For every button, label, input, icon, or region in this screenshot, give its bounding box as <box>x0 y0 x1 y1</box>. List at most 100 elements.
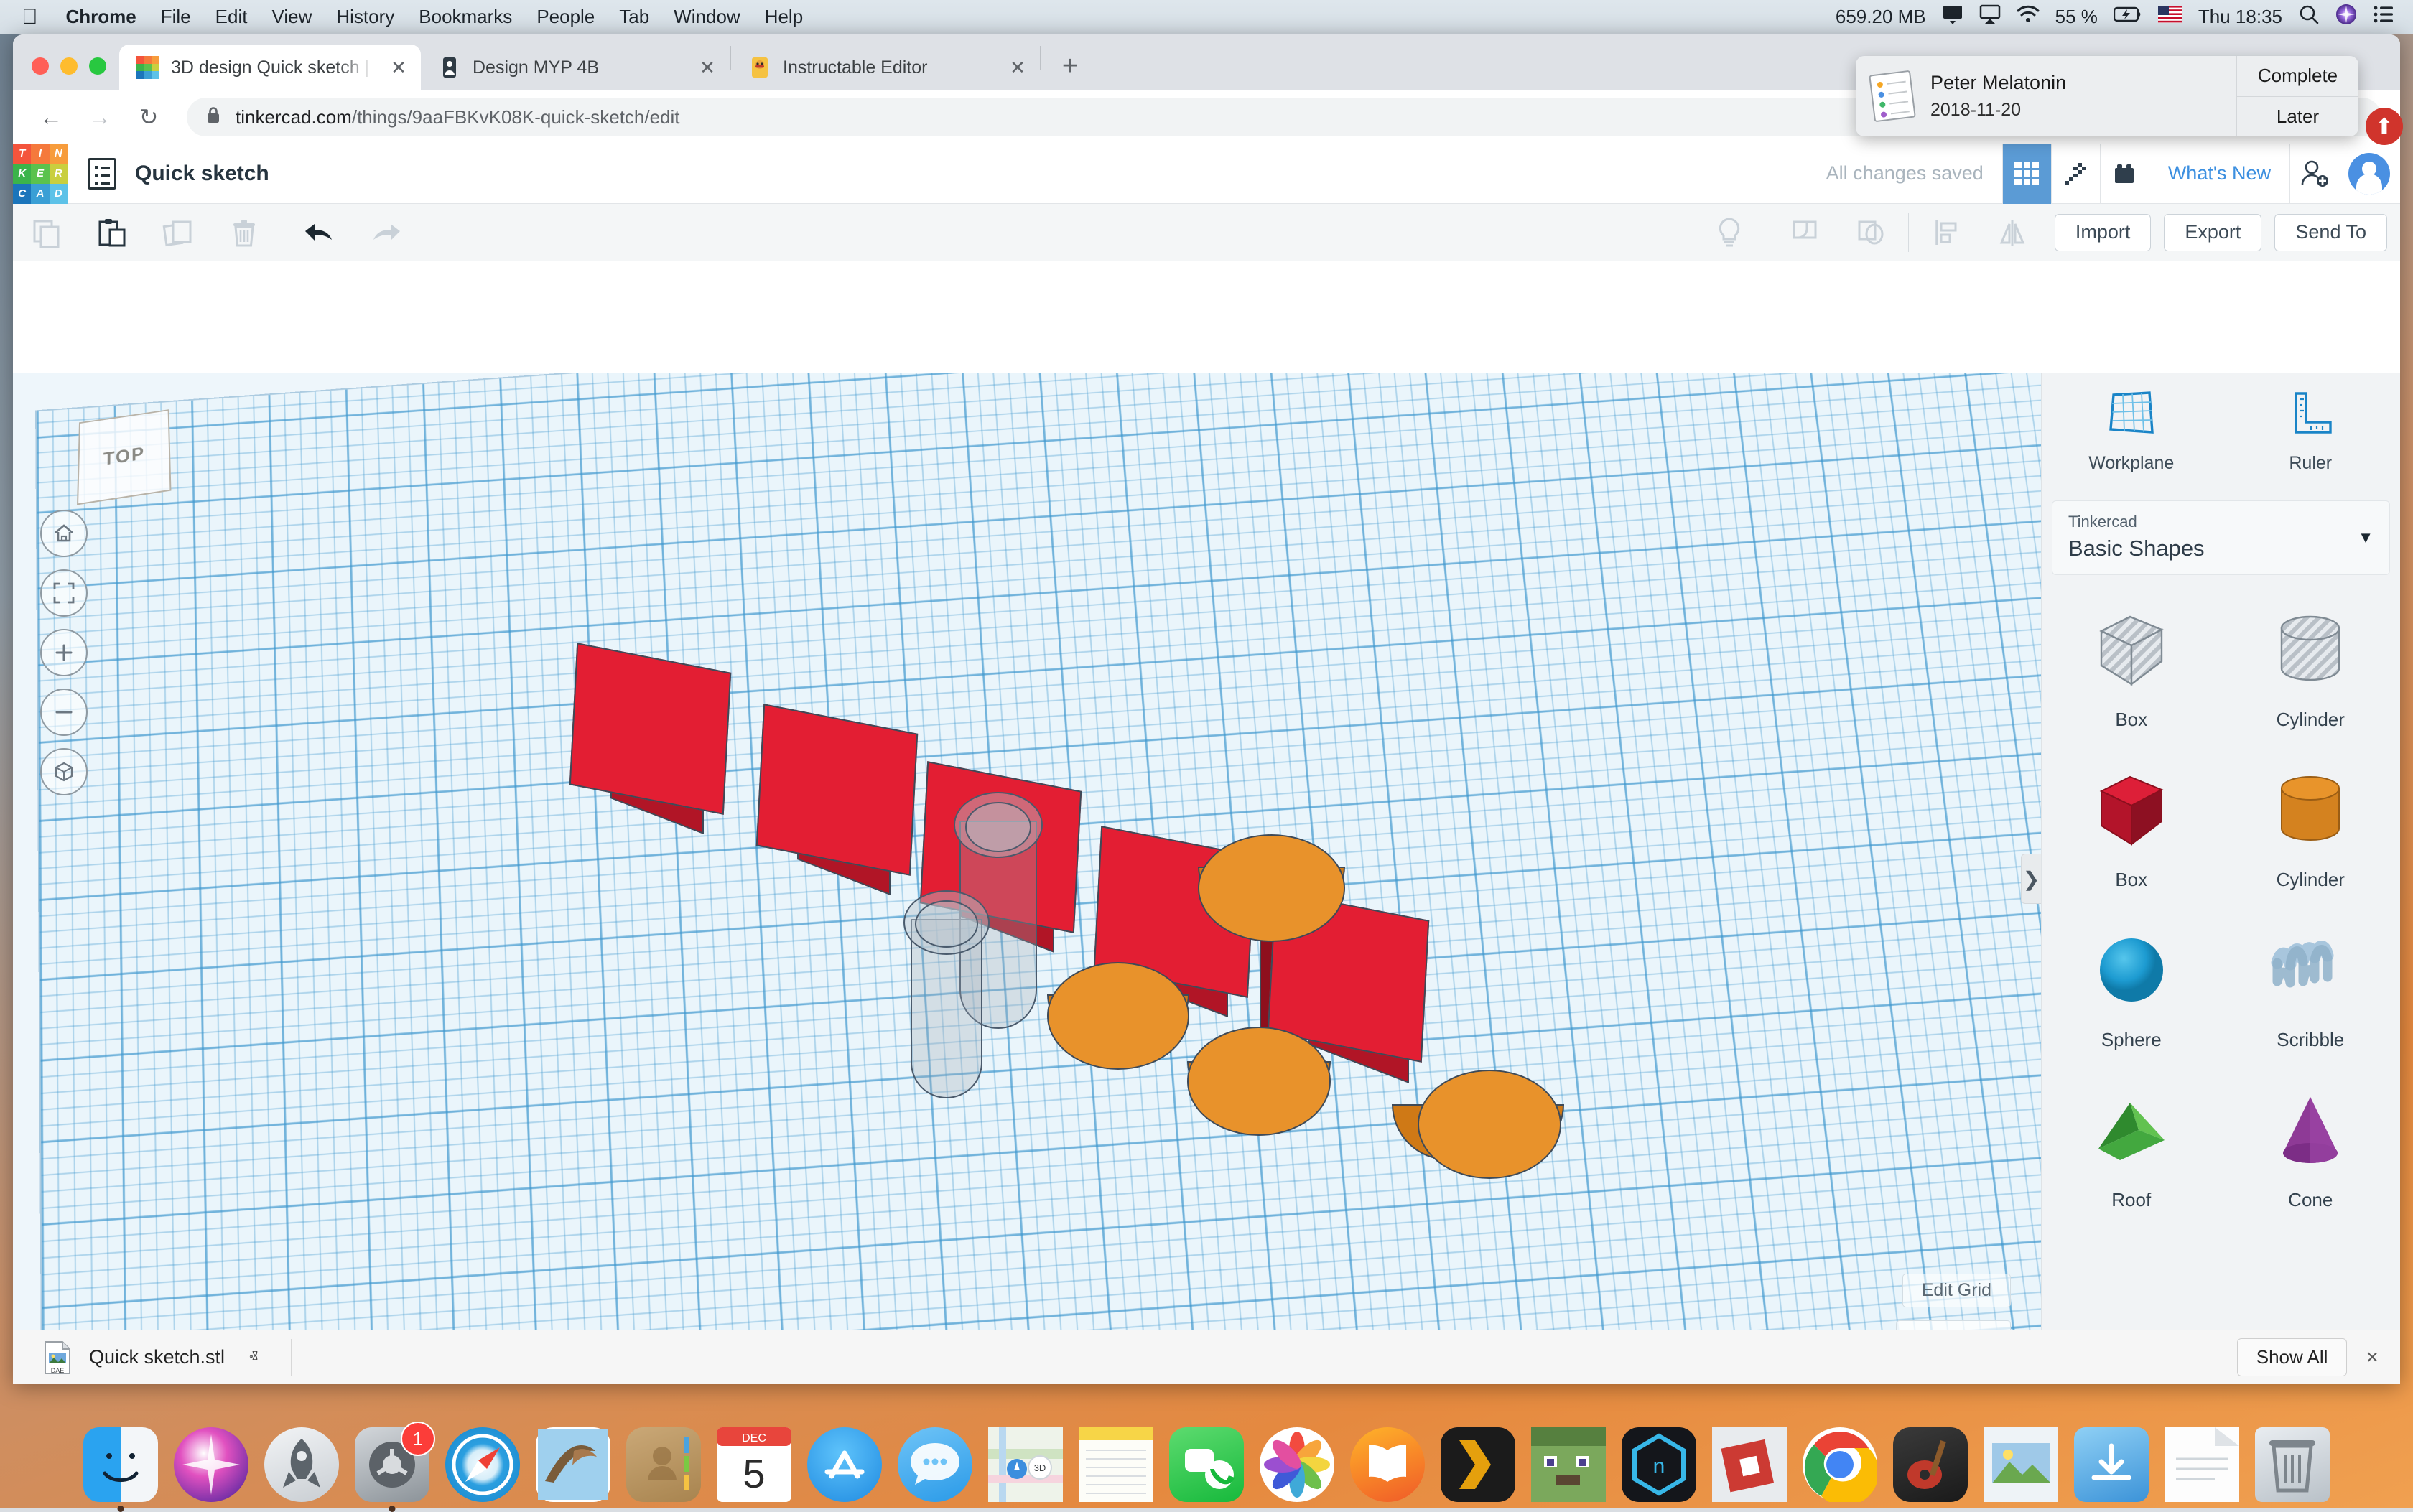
shape-item-cylinder[interactable]: Cylinder <box>2221 744 2401 904</box>
maps-icon[interactable]: 3D <box>988 1427 1063 1502</box>
preview-icon[interactable] <box>1984 1427 2058 1502</box>
close-tab-2-button[interactable]: ✕ <box>695 55 720 80</box>
shape-item-scribble[interactable]: Scribble <box>2221 904 2401 1064</box>
menu-item-view[interactable]: View <box>259 6 324 28</box>
zoom-in-icon[interactable] <box>40 629 88 676</box>
browser-tab-1[interactable]: 3D design Quick sketch | Tinke ✕ <box>119 45 421 90</box>
shape-item-roof[interactable]: Roof <box>2042 1064 2221 1224</box>
menu-item-chrome[interactable]: Chrome <box>54 6 149 28</box>
menu-item-tab[interactable]: Tab <box>607 6 661 28</box>
launchpad-icon[interactable] <box>264 1427 339 1502</box>
zoom-out-icon[interactable] <box>40 689 88 736</box>
3d-workspace-canvas[interactable]: TOP <box>13 373 2041 1384</box>
battery-icon[interactable] <box>2114 6 2142 28</box>
menu-item-history[interactable]: History <box>324 6 406 28</box>
reload-button[interactable]: ↻ <box>129 98 168 136</box>
nox-icon[interactable]: n <box>1622 1427 1696 1502</box>
search-icon[interactable] <box>2298 4 2320 30</box>
shape-library-select[interactable]: Tinkercad Basic Shapes ▼ <box>2052 500 2390 575</box>
back-button[interactable]: ← <box>32 98 70 136</box>
facetime-icon[interactable] <box>1169 1427 1244 1502</box>
show-all-downloads-button[interactable]: Show All <box>2237 1338 2348 1376</box>
lightbulb-icon[interactable] <box>1696 204 1762 261</box>
shape-item-cone[interactable]: Cone <box>2221 1064 2401 1224</box>
ibooks-icon[interactable] <box>1350 1427 1425 1502</box>
minecraft-icon[interactable] <box>1531 1427 1606 1502</box>
plex-icon[interactable] <box>1441 1427 1515 1502</box>
downloads-folder-icon[interactable] <box>2074 1427 2149 1502</box>
view-cube[interactable]: TOP <box>77 409 171 505</box>
reminder-notification[interactable]: Peter Melatonin 2018-11-20 Complete Late… <box>1856 56 2358 136</box>
system-preferences-icon[interactable]: 1 <box>355 1427 429 1502</box>
flag-icon[interactable] <box>2158 6 2182 28</box>
panel-collapse-handle[interactable]: ❯ <box>2021 854 2041 904</box>
menu-item-help[interactable]: Help <box>753 6 815 28</box>
close-tab-1-button[interactable]: ✕ <box>386 55 411 80</box>
safari-icon[interactable] <box>445 1427 520 1502</box>
close-window-button[interactable] <box>32 57 49 75</box>
download-item[interactable]: DAE Quick sketch.stl ⱏ <box>29 1340 272 1375</box>
display-icon[interactable] <box>1942 4 1963 29</box>
send-to-button[interactable]: Send To <box>2274 214 2387 251</box>
airplay-icon[interactable] <box>1979 4 2001 29</box>
calendar-icon[interactable]: DEC5 <box>717 1427 791 1502</box>
chevron-up-icon[interactable]: ⱏ <box>249 1348 258 1368</box>
notes-icon[interactable] <box>1079 1427 1153 1502</box>
mirror-icon[interactable] <box>1979 204 2045 261</box>
scroll-up-indicator[interactable]: ⬆ <box>2366 108 2403 145</box>
edit-grid-button[interactable]: Edit Grid <box>1902 1274 2011 1307</box>
grid-view-icon[interactable] <box>2002 144 2051 204</box>
minecraft-pickaxe-icon[interactable] <box>2051 144 2100 204</box>
new-tab-button[interactable]: + <box>1051 47 1089 85</box>
close-tab-3-button[interactable]: ✕ <box>1005 55 1030 80</box>
finder-icon[interactable] <box>83 1427 158 1502</box>
app-store-icon[interactable] <box>807 1427 882 1502</box>
menu-item-people[interactable]: People <box>524 6 607 28</box>
shape-item-box-hole[interactable]: Box <box>2042 584 2221 744</box>
ungroup-icon[interactable] <box>1838 204 1904 261</box>
complete-button[interactable]: Complete <box>2237 56 2358 97</box>
ruler-button[interactable]: Ruler <box>2221 373 2401 487</box>
menu-item-file[interactable]: File <box>149 6 203 28</box>
menu-item-window[interactable]: Window <box>661 6 752 28</box>
menubar-clock[interactable]: Thu 18:35 <box>2198 6 2282 28</box>
maximize-window-button[interactable] <box>89 57 106 75</box>
photos-icon[interactable] <box>1260 1427 1334 1502</box>
browser-tab-3[interactable]: Instructable Editor ✕ <box>731 45 1040 90</box>
trash-icon[interactable] <box>2255 1427 2330 1502</box>
minimize-window-button[interactable] <box>60 57 78 75</box>
messages-icon[interactable] <box>898 1427 972 1502</box>
lego-brick-icon[interactable] <box>2100 144 2149 204</box>
wifi-icon[interactable] <box>2017 5 2040 29</box>
garageband-icon[interactable] <box>1893 1427 1968 1502</box>
tinkercad-logo[interactable]: TINKERCAD <box>13 144 68 204</box>
menu-item-edit[interactable]: Edit <box>203 6 260 28</box>
workplane-button[interactable]: Workplane <box>2042 373 2221 487</box>
shape-item-box[interactable]: Box <box>2042 744 2221 904</box>
project-list-icon[interactable] <box>88 158 116 190</box>
close-downloads-bar-button[interactable]: × <box>2366 1345 2379 1370</box>
mail-icon[interactable] <box>536 1427 610 1502</box>
whats-new-link[interactable]: What's New <box>2149 144 2289 204</box>
shape-item-sphere[interactable]: Sphere <box>2042 904 2221 1064</box>
siri-icon[interactable] <box>2335 4 2357 30</box>
export-button[interactable]: Export <box>2164 214 2261 251</box>
shape-item-cylinder-hole[interactable]: Cylinder <box>2221 584 2401 744</box>
import-button[interactable]: Import <box>2055 214 2152 251</box>
perspective-toggle-icon[interactable] <box>40 748 88 795</box>
user-avatar[interactable] <box>2348 153 2390 195</box>
later-button[interactable]: Later <box>2237 97 2358 137</box>
document-icon[interactable] <box>2165 1427 2239 1502</box>
control-center-icon[interactable] <box>2373 5 2394 29</box>
apple-menu-icon[interactable]:  <box>0 6 54 28</box>
forward-button[interactable]: → <box>80 98 119 136</box>
paste-icon[interactable] <box>79 204 145 261</box>
home-icon[interactable] <box>40 510 88 557</box>
fit-view-icon[interactable] <box>40 569 88 617</box>
undo-icon[interactable] <box>287 204 353 261</box>
menu-item-bookmarks[interactable]: Bookmarks <box>406 6 524 28</box>
siri-icon[interactable] <box>174 1427 248 1502</box>
roblox-icon[interactable] <box>1712 1427 1787 1502</box>
contacts-icon[interactable] <box>626 1427 701 1502</box>
chrome-icon[interactable] <box>1803 1427 1877 1502</box>
